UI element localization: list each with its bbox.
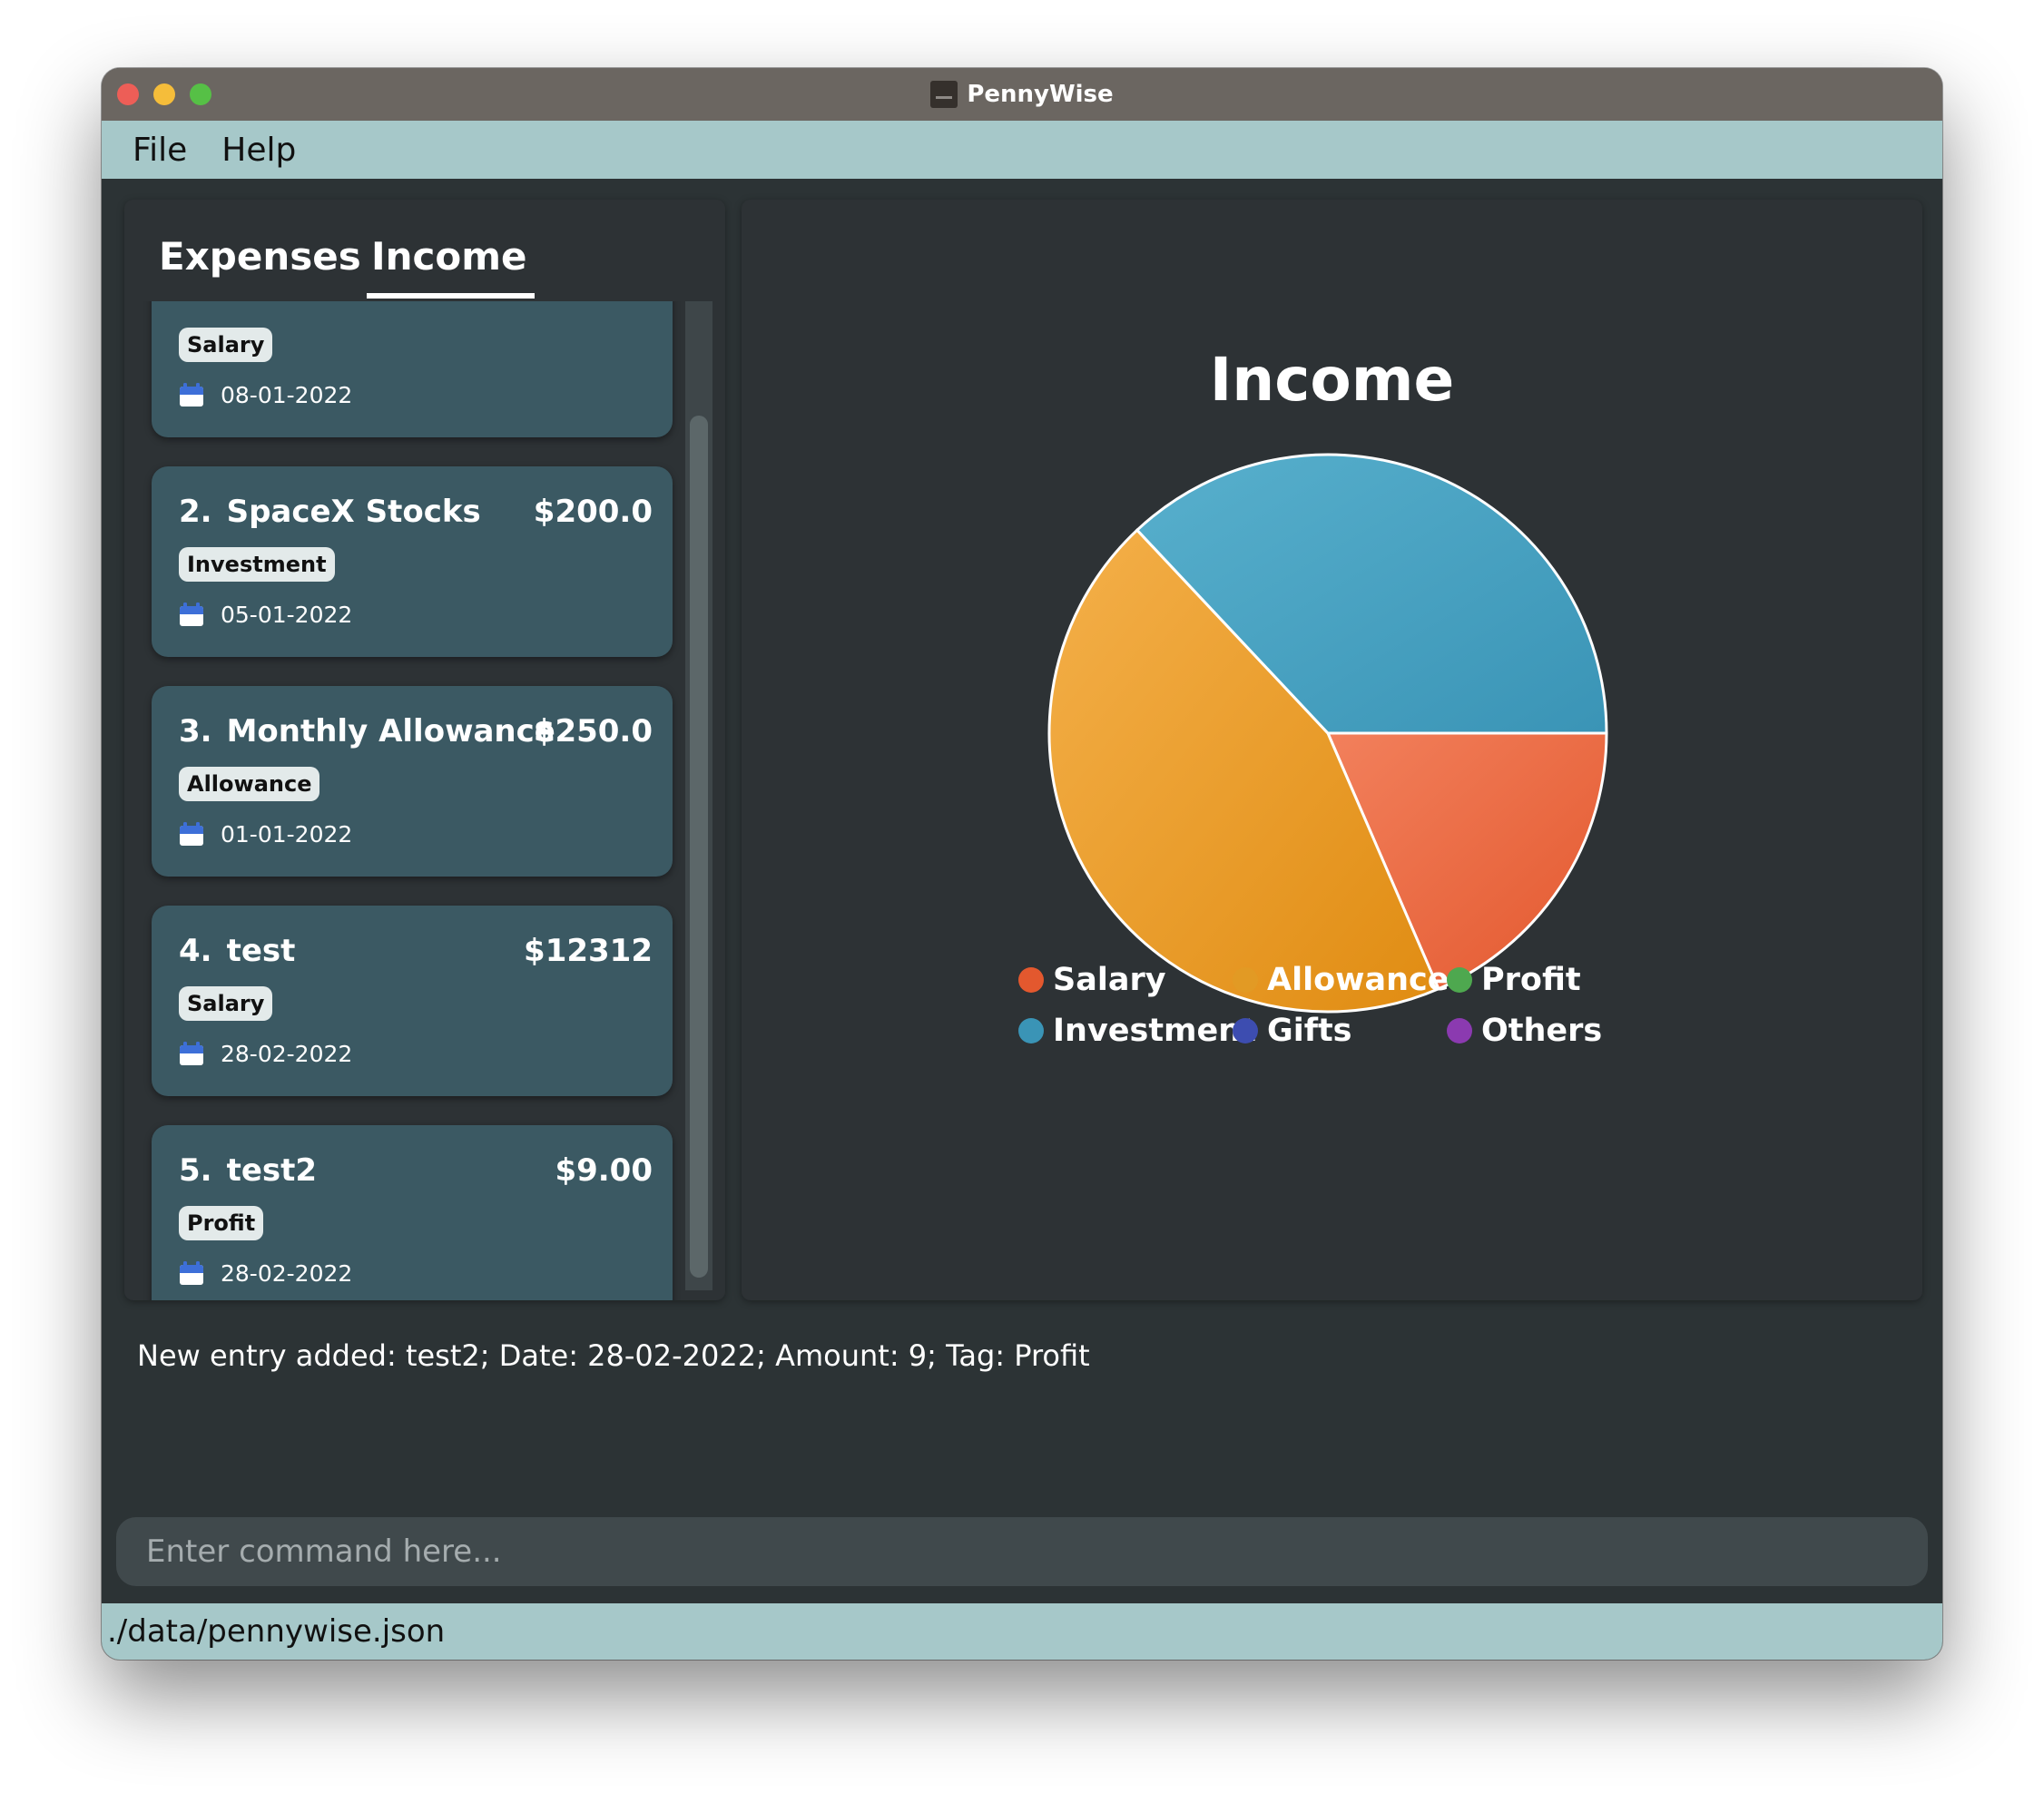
data-file-path: ./data/pennywise.json xyxy=(107,1613,446,1650)
entry-card[interactable]: 2. SpaceX Stocks $200.0 Investment 05-01-202… xyxy=(152,466,673,657)
entry-amount: $12312 xyxy=(524,933,653,969)
window-title: PennyWise xyxy=(967,81,1114,108)
entry-title: 4. test xyxy=(179,933,295,969)
entry-date: 05-01-2022 xyxy=(221,601,353,628)
legend-swatch xyxy=(1233,1018,1258,1043)
command-input[interactable] xyxy=(116,1517,1928,1586)
calendar-icon xyxy=(180,1261,203,1285)
title-bar: PennyWise xyxy=(102,68,1942,121)
active-tab-indicator xyxy=(367,293,535,299)
entry-description: test xyxy=(226,933,296,969)
entry-card[interactable]: Salary 08-01-2022 xyxy=(152,301,673,437)
legend-item-investment: Investment xyxy=(1018,1013,1256,1049)
legend-swatch xyxy=(1447,967,1472,993)
status-bar: ./data/pennywise.json xyxy=(102,1603,1942,1660)
scrollbar-thumb[interactable] xyxy=(690,416,708,1278)
entry-amount: $9.00 xyxy=(555,1152,653,1189)
entry-date: 28-02-2022 xyxy=(221,1040,353,1067)
legend-label: Allowance xyxy=(1267,962,1449,998)
entry-index: 5. xyxy=(179,1152,212,1189)
calendar-icon xyxy=(180,383,203,407)
legend-label: Investment xyxy=(1053,1013,1256,1049)
entry-date: 28-02-2022 xyxy=(221,1259,353,1287)
entry-index: 3. xyxy=(179,713,212,750)
tab-bar: Expenses Income xyxy=(124,200,725,301)
legend-swatch xyxy=(1447,1018,1472,1043)
legend-swatch xyxy=(1018,1018,1044,1043)
legend-item-gifts: Gifts xyxy=(1233,1013,1352,1049)
menu-help[interactable]: Help xyxy=(221,132,296,169)
calendar-icon xyxy=(180,603,203,626)
legend-item-others: Others xyxy=(1447,1013,1602,1049)
entry-tag: Investment xyxy=(179,547,335,582)
entry-title: 3. Monthly Allowance xyxy=(179,713,555,750)
pie-chart xyxy=(1047,453,1608,1014)
entry-list-panel: Expenses Income Salary 08-01-2022 2. SpaceX… xyxy=(124,200,725,1300)
entry-index: 4. xyxy=(179,933,212,969)
entry-amount: $200.0 xyxy=(533,494,653,530)
legend-label: Salary xyxy=(1053,962,1166,998)
entry-date-row: 28-02-2022 xyxy=(179,1039,352,1068)
entry-tag: Salary xyxy=(179,328,273,362)
tab-expenses[interactable]: Expenses xyxy=(159,234,361,279)
entry-index: 2. xyxy=(179,494,212,530)
entry-title: 2. SpaceX Stocks xyxy=(179,494,481,530)
entry-title: 5. test2 xyxy=(179,1152,317,1189)
legend-item-allowance: Allowance xyxy=(1233,962,1449,998)
entry-tag: Profit xyxy=(179,1206,264,1240)
window-title-group: PennyWise xyxy=(102,68,1942,121)
entry-amount: $250.0 xyxy=(533,713,653,750)
legend-item-profit: Profit xyxy=(1447,962,1581,998)
entry-date-row: 05-01-2022 xyxy=(179,600,352,629)
legend-swatch xyxy=(1018,967,1044,993)
legend-item-salary: Salary xyxy=(1018,962,1166,998)
legend-label: Gifts xyxy=(1267,1013,1352,1049)
legend-label: Others xyxy=(1481,1013,1603,1049)
legend-label: Profit xyxy=(1481,962,1581,998)
entry-tag: Allowance xyxy=(179,767,320,801)
tab-income[interactable]: Income xyxy=(371,234,527,279)
entry-description: test2 xyxy=(226,1152,318,1189)
entry-card[interactable]: 4. test $12312 Salary 28-02-2022 xyxy=(152,906,673,1096)
legend-swatch xyxy=(1233,967,1258,993)
entry-card[interactable]: 5. test2 $9.00 Profit 28-02-2022 xyxy=(152,1125,673,1300)
entry-card[interactable]: 3. Monthly Allowance $250.0 Allowance 01-01-… xyxy=(152,686,673,877)
entry-date-row: 08-01-2022 xyxy=(179,380,352,409)
entry-date: 08-01-2022 xyxy=(221,381,353,408)
menu-bar: File Help xyxy=(102,121,1942,179)
entry-date: 01-01-2022 xyxy=(221,820,353,848)
entry-description: SpaceX Stocks xyxy=(226,494,481,530)
calendar-icon xyxy=(180,822,203,846)
menu-file[interactable]: File xyxy=(133,132,187,169)
calendar-icon xyxy=(180,1042,203,1065)
app-logo-icon xyxy=(930,81,958,108)
result-message: New entry added: test2; Date: 28-02-2022… xyxy=(137,1338,1090,1373)
entry-list[interactable]: Salary 08-01-2022 2. SpaceX Stocks $200.0 Inv… xyxy=(124,301,725,1300)
entry-date-row: 28-02-2022 xyxy=(179,1259,352,1288)
entry-tag: Salary xyxy=(179,986,273,1021)
chart-panel: Income Salary Allowance Profit Investment Gi… xyxy=(742,200,1922,1300)
app-window: PennyWise File Help Expenses Income Sala… xyxy=(102,68,1942,1660)
entry-date-row: 01-01-2022 xyxy=(179,819,352,848)
entry-description: Monthly Allowance xyxy=(226,713,555,750)
